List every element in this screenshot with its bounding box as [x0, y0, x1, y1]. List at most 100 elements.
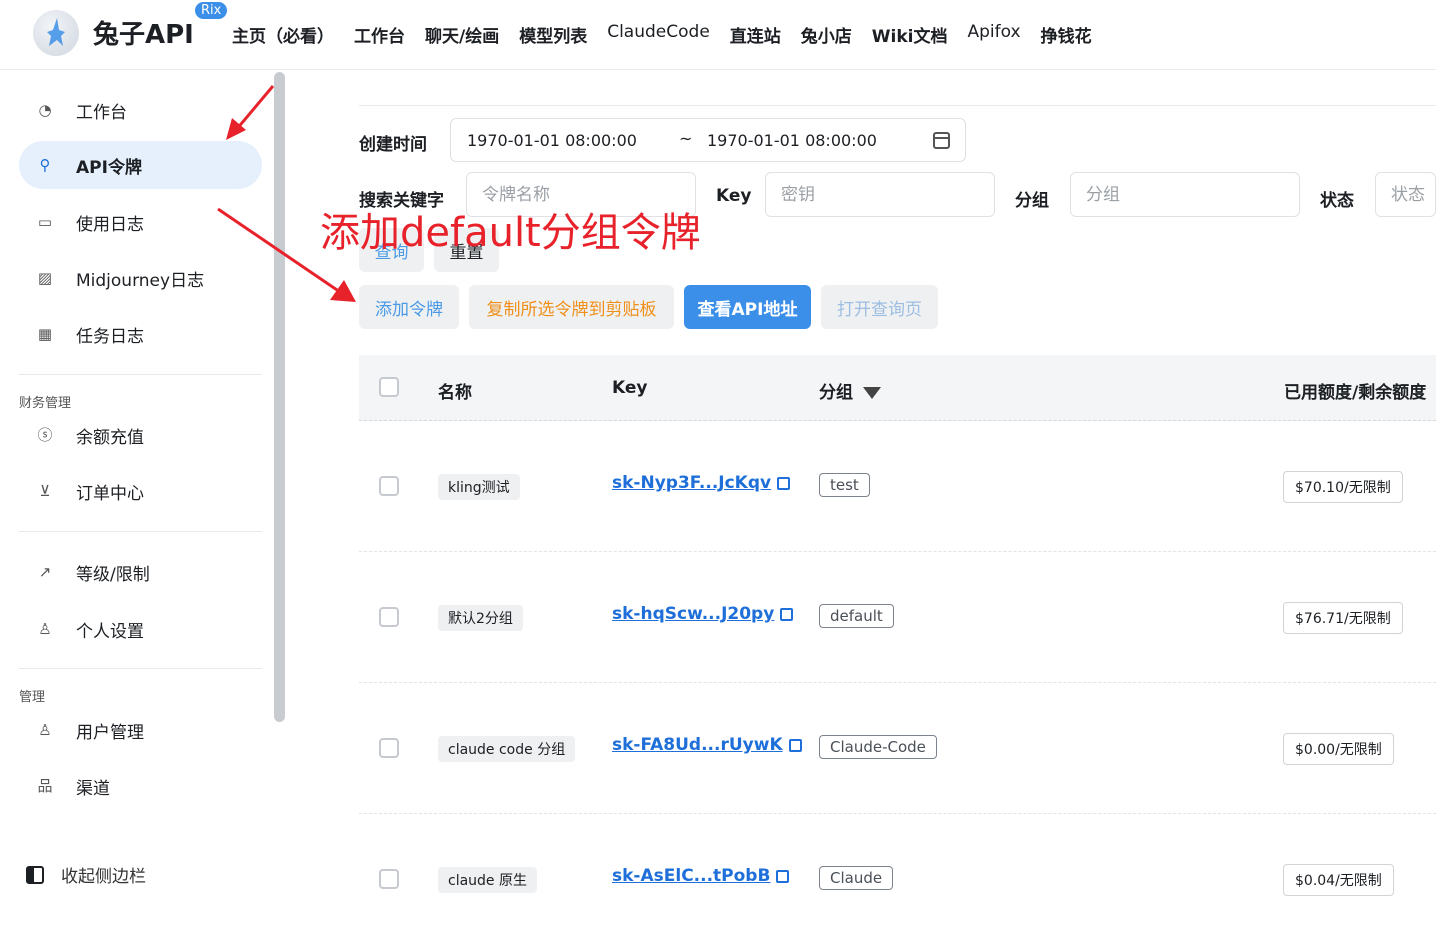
copy-icon[interactable] [788, 738, 802, 752]
users-icon: ♙ [38, 721, 52, 739]
select-all-checkbox[interactable] [379, 377, 399, 397]
date-end[interactable]: 1970-01-01 08:00:00 [707, 131, 877, 150]
key-input[interactable] [765, 172, 995, 217]
date-range-picker[interactable]: 1970-01-01 08:00:00 ~ 1970-01-01 08:00:0… [450, 118, 966, 162]
sidebar-divider [19, 668, 262, 669]
copy-icon[interactable] [780, 607, 794, 621]
logo-rabbit-icon[interactable] [33, 10, 79, 56]
quota-tag: $70.10/无限制 [1283, 471, 1403, 503]
sidebar-item-workbench[interactable]: ◔ 工作台 [19, 86, 262, 134]
sidebar-item-label: 用户管理 [76, 722, 144, 743]
nav-models[interactable]: 模型列表 [519, 22, 587, 47]
sidebar-item-channels[interactable]: 品 渠道 [19, 762, 262, 810]
token-key-link[interactable]: sk-Nyp3F...JcKqv [612, 473, 791, 493]
film-icon: ▦ [37, 325, 53, 343]
channel-icon: 品 [37, 777, 53, 795]
token-key-text[interactable]: sk-Nyp3F...JcKqv [612, 473, 771, 493]
group-tag: test [819, 473, 870, 497]
copy-tokens-button[interactable]: 复制所选令牌到剪贴板 [469, 285, 674, 329]
sidebar-item-label: 工作台 [76, 102, 127, 123]
quota-tag: $76.71/无限制 [1283, 602, 1403, 634]
nav-shop[interactable]: 兔小店 [801, 22, 852, 47]
nav-home[interactable]: 主页（必看） [232, 22, 334, 47]
sidebar-item-settings[interactable]: ♙ 个人设置 [19, 605, 262, 653]
sidebar-item-label: Midjourney日志 [76, 270, 205, 291]
table-row: 默认2分组 sk-hqScw...J20py default $76.71/无限… [359, 552, 1436, 683]
sidebar-item-orders[interactable]: ⊻ 订单中心 [19, 467, 262, 515]
column-name: 名称 [438, 383, 472, 403]
sidebar-item-recharge[interactable]: ⓢ 余额充值 [19, 411, 262, 459]
trend-icon: ↗ [38, 563, 52, 581]
sidebar-item-api-tokens[interactable]: ⚲ API令牌 [19, 141, 262, 189]
sidebar-item-label: 渠道 [76, 778, 110, 799]
sidebar-item-label: 订单中心 [76, 483, 144, 504]
nav-wiki[interactable]: Wiki文档 [872, 22, 948, 47]
token-key-link[interactable]: sk-FA8Ud...rUywK [612, 735, 802, 755]
sidebar-item-midjourney-log[interactable]: ▨ Midjourney日志 [19, 254, 262, 302]
column-group-label: 分组 [819, 383, 853, 403]
group-tag: Claude-Code [819, 735, 937, 759]
user-icon: ♙ [38, 620, 52, 638]
sidebar-scrollbar[interactable] [274, 72, 285, 722]
nav-apifox[interactable]: Apifox [968, 22, 1021, 47]
sidebar-item-users[interactable]: ♙ 用户管理 [19, 706, 262, 754]
sidebar-item-label: 余额充值 [76, 427, 144, 448]
group-label: 分组 [1015, 191, 1049, 211]
collapse-sidebar-label: 收起侧边栏 [61, 867, 146, 887]
sidebar-item-usage-log[interactable]: ▭ 使用日志 [19, 198, 262, 246]
row-checkbox[interactable] [379, 869, 399, 889]
sidebar-item-label: 任务日志 [76, 326, 144, 347]
group-tag: default [819, 604, 894, 628]
add-token-button[interactable]: 添加令牌 [359, 285, 459, 329]
token-key-link[interactable]: sk-AsElC...tPobB [612, 866, 790, 886]
sidebar-item-label: 等级/限制 [76, 564, 150, 585]
column-quota: 已用额度/剩余额度 [1284, 383, 1427, 403]
open-query-button[interactable]: 打开查询页 [821, 285, 938, 329]
content-divider [359, 105, 1436, 106]
table-row: claude 原生 sk-AsElC...tPobB Claude $0.04/… [359, 814, 1436, 945]
row-checkbox[interactable] [379, 476, 399, 496]
nav-earn[interactable]: 挣钱花 [1041, 22, 1092, 47]
nav-direct[interactable]: 直连站 [730, 22, 781, 47]
token-key-text[interactable]: sk-AsElC...tPobB [612, 866, 770, 886]
filter-icon[interactable] [862, 387, 881, 399]
sidebar-divider [19, 531, 262, 532]
group-input[interactable] [1070, 172, 1300, 217]
created-time-label: 创建时间 [359, 135, 427, 155]
column-group: 分组 [819, 378, 881, 403]
sidebar-group-admin: 管理 [19, 690, 46, 705]
copy-icon[interactable] [776, 869, 790, 883]
sidebar-item-task-log[interactable]: ▦ 任务日志 [19, 310, 262, 358]
brand-badge: Rix [195, 2, 228, 19]
sidebar-divider [19, 374, 262, 375]
row-checkbox[interactable] [379, 607, 399, 627]
date-start[interactable]: 1970-01-01 08:00:00 [467, 131, 637, 150]
calendar-icon[interactable] [933, 132, 950, 149]
status-label: 状态 [1320, 191, 1354, 211]
group-tag: Claude [819, 866, 894, 890]
view-api-button[interactable]: 查看API地址 [684, 285, 811, 329]
nav-claudecode[interactable]: ClaudeCode [607, 22, 710, 47]
nav-workbench[interactable]: 工作台 [354, 22, 405, 47]
table-row: claude code 分组 sk-FA8Ud...rUywK Claude-C… [359, 683, 1436, 814]
status-select[interactable] [1375, 172, 1436, 217]
nav-chat[interactable]: 聊天/绘画 [425, 22, 499, 47]
quota-tag: $0.00/无限制 [1283, 733, 1394, 765]
column-key: Key [612, 378, 648, 398]
table-row: kling测试 sk-Nyp3F...JcKqv test $70.10/无限制 [359, 421, 1436, 552]
sidebar-item-label: API令牌 [76, 157, 142, 178]
brand-name[interactable]: 兔子API [93, 14, 194, 51]
token-key-link[interactable]: sk-hqScw...J20py [612, 604, 794, 624]
row-checkbox[interactable] [379, 738, 399, 758]
collapse-sidebar-button[interactable]: 收起侧边栏 [26, 862, 146, 887]
sidebar-item-label: 使用日志 [76, 214, 144, 235]
annotation-text: 添加default分组令牌 [320, 210, 701, 256]
table-header: 名称 Key 分组 已用额度/剩余额度 [359, 355, 1436, 421]
date-separator: ~ [679, 129, 693, 148]
token-key-text[interactable]: sk-hqScw...J20py [612, 604, 774, 624]
copy-icon[interactable] [777, 476, 791, 490]
log-icon: ▭ [37, 213, 53, 231]
token-key-text[interactable]: sk-FA8Ud...rUywK [612, 735, 783, 755]
sidebar-item-level[interactable]: ↗ 等级/限制 [19, 548, 262, 596]
token-name-tag: kling测试 [438, 474, 520, 500]
